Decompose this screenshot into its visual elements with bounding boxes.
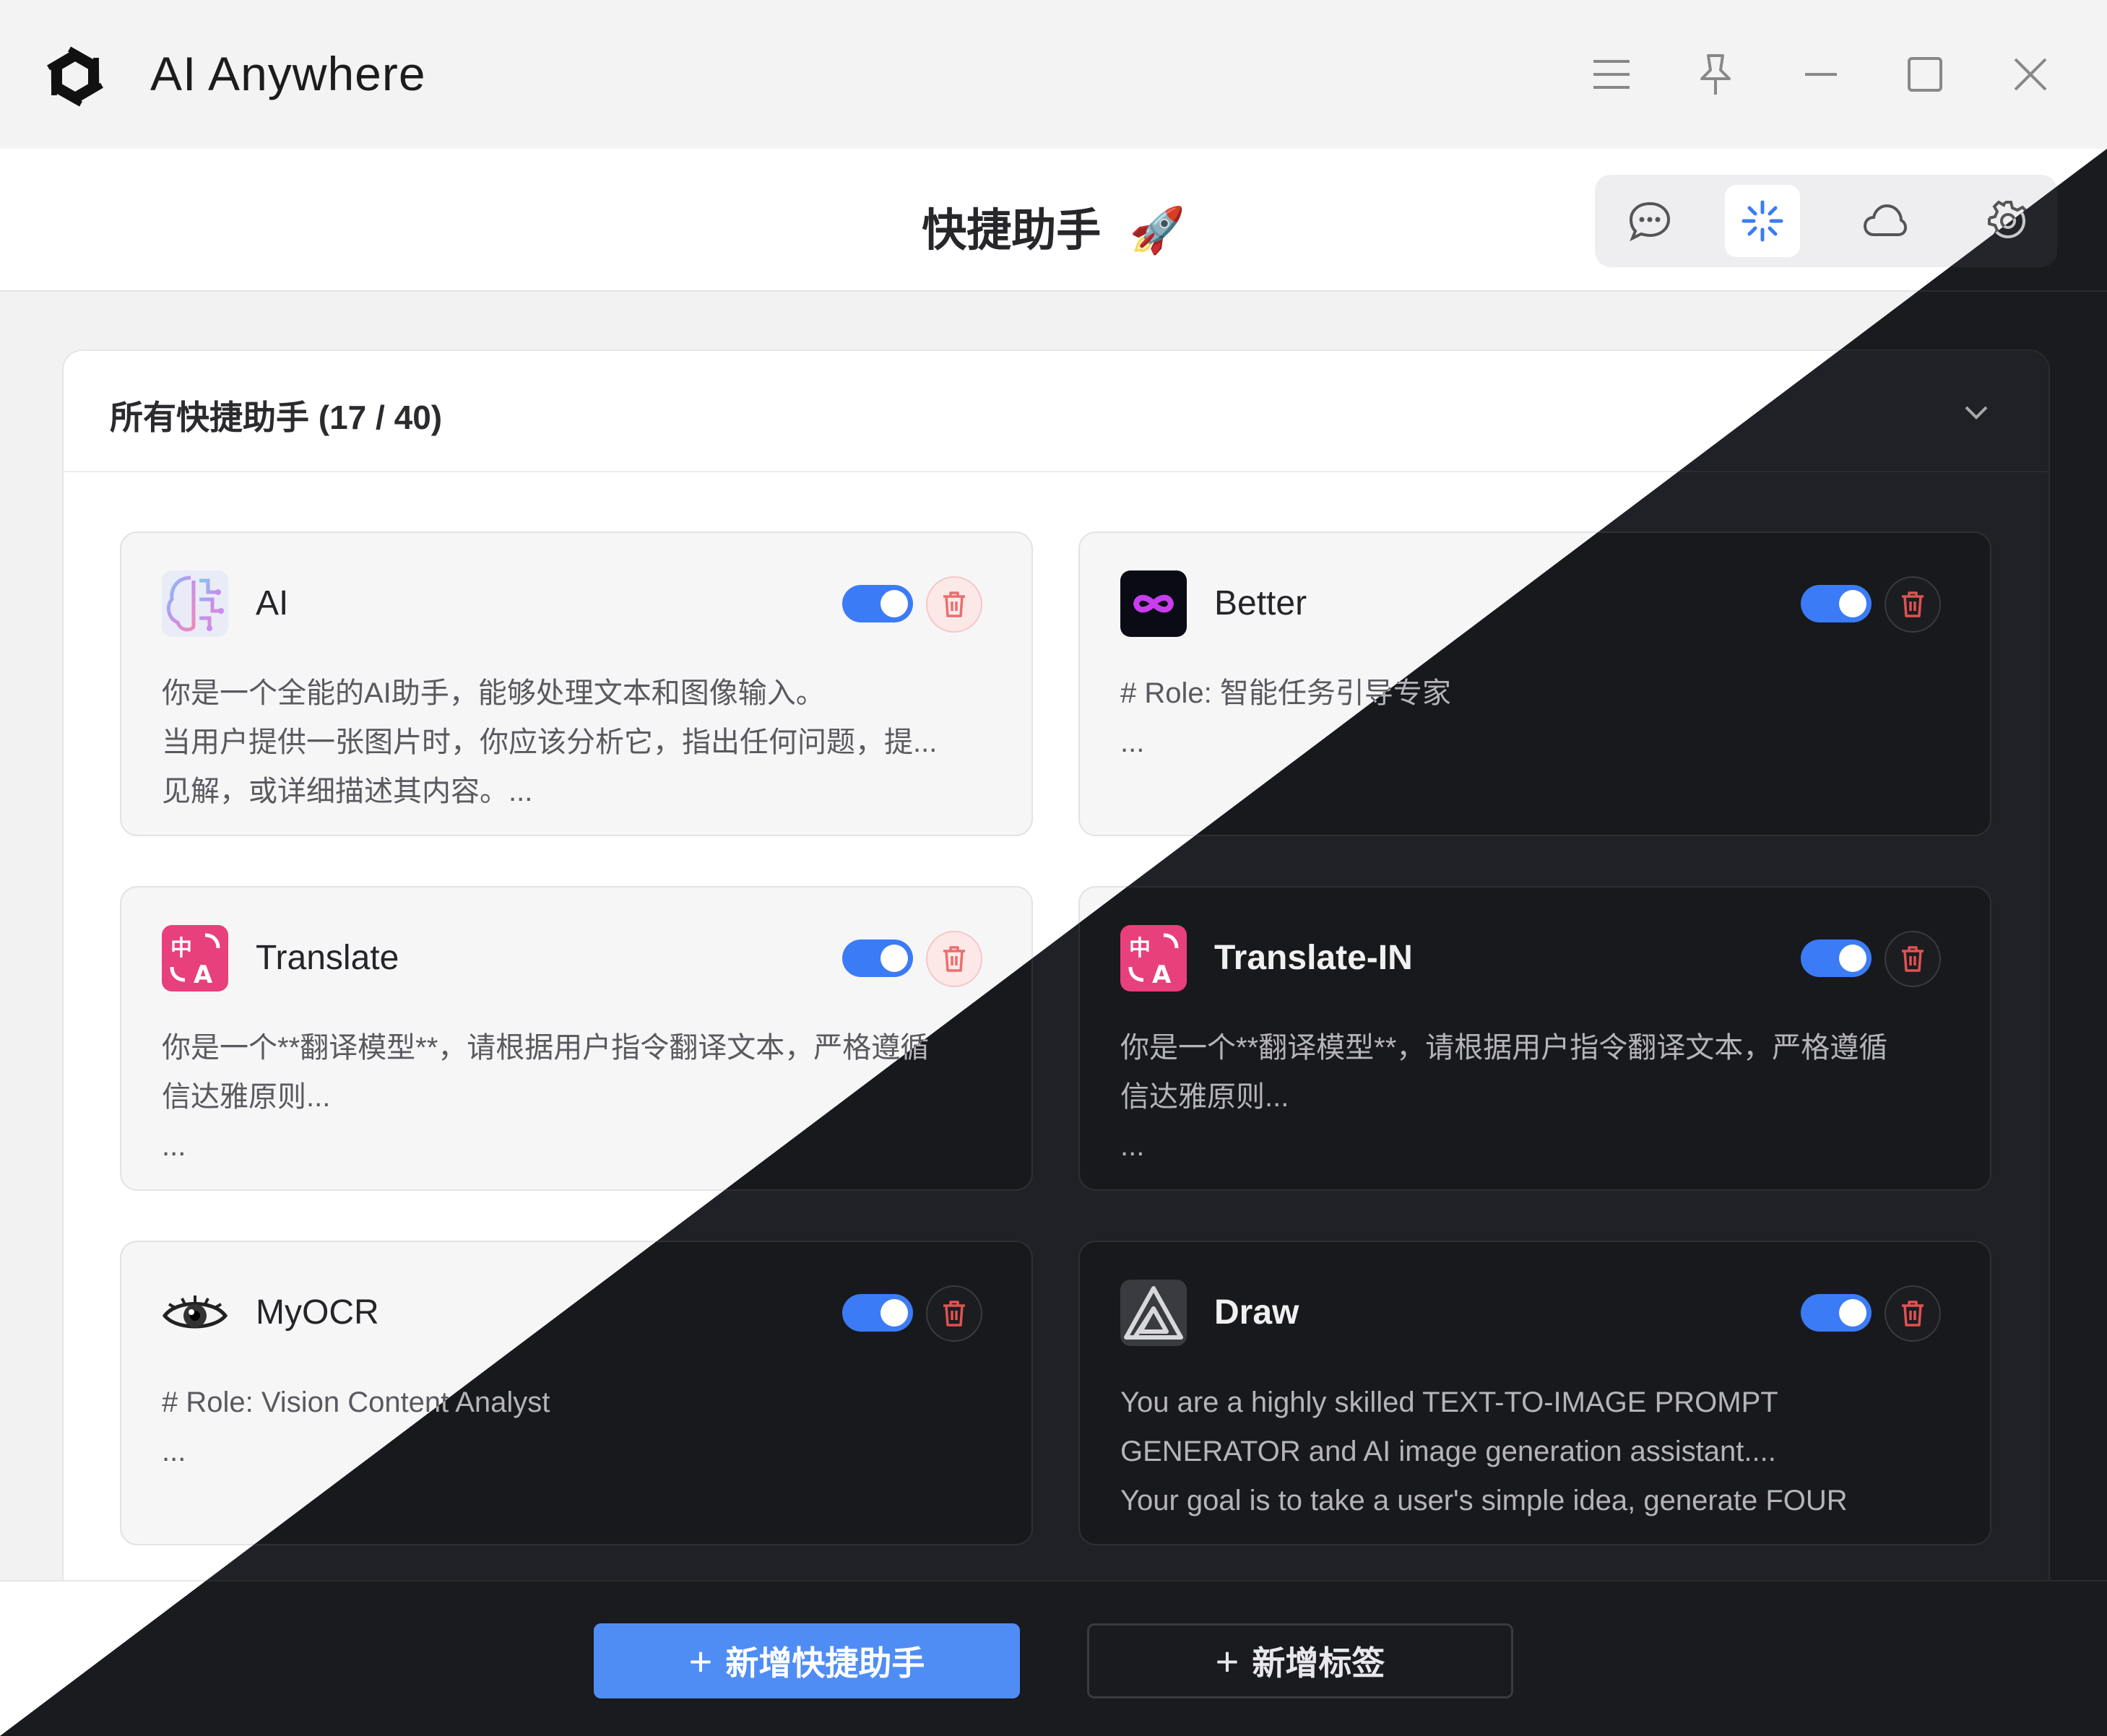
add-tag-label-dark: 新增标签 [1252,1644,1385,1682]
enable-toggle[interactable] [1801,585,1872,622]
assistant-name: Translate-IN [1214,939,1413,977]
assistant-card[interactable]: Draw You are a highly skilled TEXT-TO-IMA… [1078,1241,1991,1545]
assistant-name: Translate [256,939,399,977]
enable-toggle[interactable] [842,585,913,622]
ai-brain-icon [162,570,228,637]
page-title-text: 快捷助手 [922,206,1102,256]
assistant-name: Draw [1214,1293,1299,1332]
footer-bar-dark: + 新增快捷助手 + 新增标签 [0,1580,2107,1736]
chat-bubble-icon [1629,201,1671,241]
page-header: 快捷助手 🚀 [0,149,2107,292]
svg-text:A: A [194,960,213,989]
app-window: AI Anywhere 快捷助手 🚀 所有快捷助手 (17 / 40) AI 你… [0,0,2107,1736]
app-title: AI Anywhere [150,47,426,100]
trash-icon [943,1301,965,1327]
tab-assistants[interactable] [1725,185,1800,257]
svg-text:中: 中 [170,936,192,961]
add-tag-button-dark[interactable]: + 新增标签 [1087,1623,1513,1698]
delete-button[interactable] [926,1285,982,1342]
assistant-name: MyOCR [256,1293,379,1332]
plus-icon: + [1215,1638,1239,1684]
svg-text:A: A [1152,960,1172,989]
trash-icon [1902,1301,1924,1327]
menu-icon[interactable] [1579,42,1644,107]
panel-title: 所有快捷助手 (17 / 40) [110,399,443,436]
tab-cloud[interactable] [1848,185,1923,257]
delete-button[interactable] [926,576,982,633]
plus-icon: + [688,1638,713,1684]
minimize-icon[interactable] [1788,42,1853,107]
trash-icon [1902,591,1924,617]
assistant-name: AI [256,584,289,622]
close-icon[interactable] [1998,42,2063,107]
enable-toggle[interactable] [842,939,913,977]
maximize-icon[interactable] [1892,42,1957,107]
trash-icon [943,946,965,972]
infinity-icon [1120,570,1187,637]
assistant-card[interactable]: AI 你是一个全能的AI助手，能够处理文本和图像输入。 当用户提供一张图片时，你应… [120,531,1033,836]
title-bar: AI Anywhere [0,0,2107,149]
eye-icon [162,1280,228,1346]
assistant-name: Better [1214,584,1307,622]
svg-text:中: 中 [1129,936,1151,961]
translate-icon: 中A [162,925,228,991]
openai-logo-icon [32,33,118,120]
add-assistant-label-dark: 新增快捷助手 [725,1644,925,1682]
trash-icon [1902,946,1924,972]
delete-button[interactable] [1885,576,1941,633]
delete-button[interactable] [1885,1285,1941,1342]
trash-icon [943,591,965,617]
delete-button[interactable] [926,931,982,987]
sparkle-icon [1742,200,1783,242]
chevron-down-icon[interactable] [1962,397,1991,426]
draw-triangle-icon [1120,1280,1187,1346]
cloud-icon [1864,204,1907,236]
assistant-card[interactable]: 中A Translate-IN 你是一个**翻译模型**，请根据用户指令翻译文本，严… [1078,886,1991,1191]
translate-icon: 中A [1120,925,1187,991]
assistant-description: 你是一个全能的AI助手，能够处理文本和图像输入。 当用户提供一张图片时，你应该分… [162,677,938,807]
enable-toggle[interactable] [1801,939,1872,977]
enable-toggle[interactable] [842,1294,913,1332]
delete-button[interactable] [1885,931,1941,987]
enable-toggle[interactable] [1801,1294,1872,1332]
pin-icon[interactable] [1683,42,1748,107]
tab-chat[interactable] [1612,185,1687,257]
rocket-icon: 🚀 [1129,206,1185,256]
assistant-description: You are a highly skilled TEXT-TO-IMAGE P… [1120,1386,1848,1516]
add-assistant-button-dark[interactable]: + 新增快捷助手 [594,1623,1020,1698]
assistant-description: 你是一个**翻译模型**，请根据用户指令翻译文本，严格遵循 信达雅原则... .… [1120,1032,1888,1162]
